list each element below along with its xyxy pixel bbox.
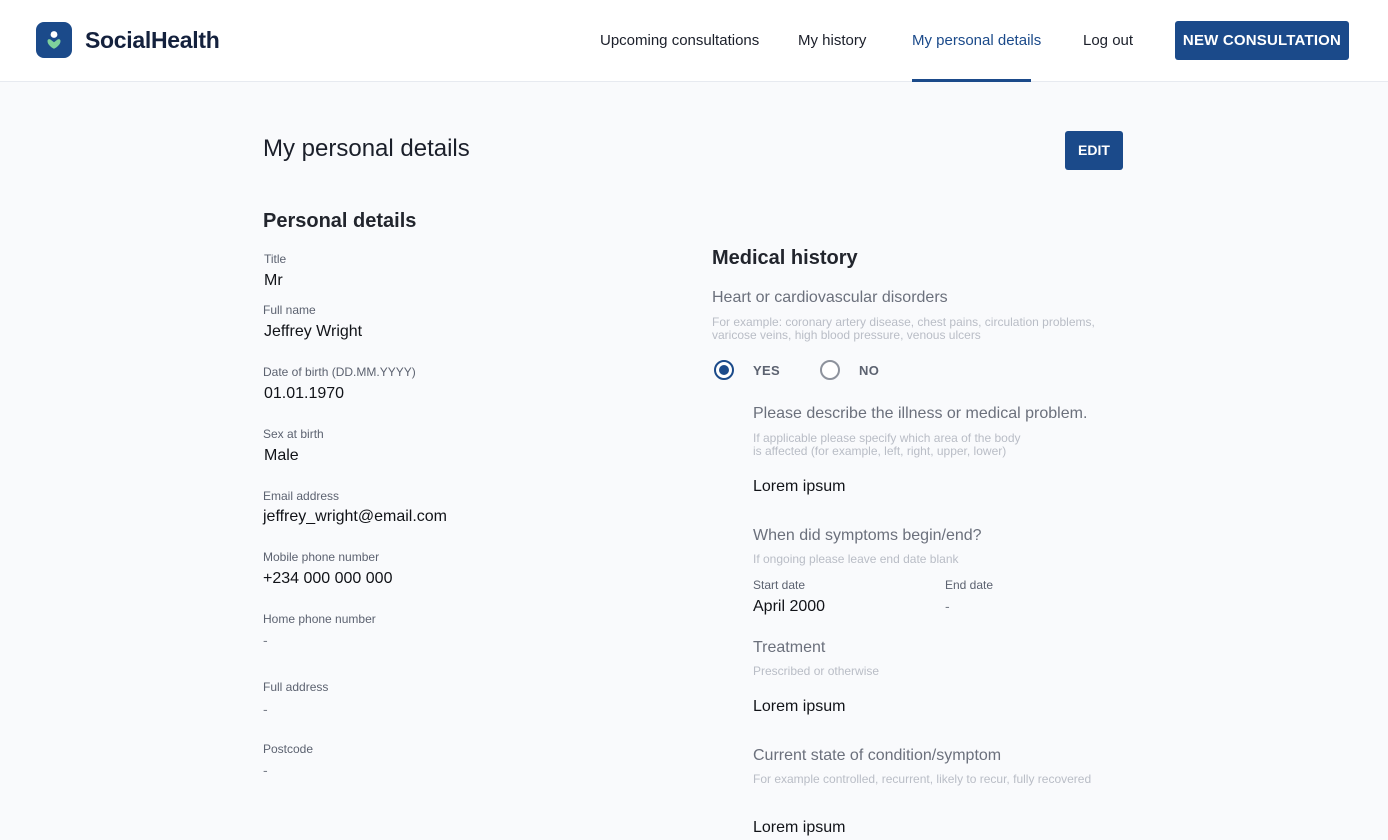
describe-illness-title: Please describe the illness or medical p… — [753, 405, 1088, 422]
date-of-birth-label: Date of birth (DD.MM.YYYY) — [263, 365, 416, 379]
describe-illness-value: Lorem ipsum — [753, 478, 846, 495]
end-date-label: End date — [945, 578, 994, 592]
nav-my-personal-details[interactable]: My personal details — [912, 32, 1041, 49]
title-label: Title — [264, 252, 287, 266]
postcode-value: - — [263, 762, 268, 778]
yes-radio-label[interactable]: YES — [753, 363, 780, 378]
yes-radio[interactable] — [714, 360, 734, 380]
heart-disorders-question: Heart or cardiovascular disorders — [712, 289, 948, 306]
edit-button[interactable]: EDIT — [1065, 131, 1123, 170]
start-date-value: April 2000 — [753, 598, 826, 615]
no-radio[interactable] — [820, 360, 840, 380]
nav-my-history[interactable]: My history — [798, 32, 866, 49]
heart-disorders-hint-line2: varicose veins, high blood pressure, ven… — [712, 328, 981, 342]
full-name-label: Full name — [263, 303, 316, 317]
nav-upcoming-consultations[interactable]: Upcoming consultations — [600, 32, 759, 49]
home-phone-label: Home phone number — [263, 612, 376, 626]
logo-icon[interactable] — [36, 22, 72, 58]
current-state-hint: For example controlled, recurrent, likel… — [753, 772, 1092, 786]
sex-at-birth-label: Sex at birth — [263, 427, 324, 441]
treatment-title: Treatment — [753, 639, 826, 656]
personal-details-heading: Personal details — [263, 210, 417, 232]
symptoms-period-hint: If ongoing please leave end date blank — [753, 552, 959, 566]
full-address-value: - — [263, 701, 268, 717]
nav-log-out[interactable]: Log out — [1083, 32, 1133, 49]
sex-at-birth-value: Male — [264, 447, 299, 464]
mobile-phone-value: +234 000 000 000 — [263, 570, 393, 587]
current-state-value: Lorem ipsum — [753, 819, 846, 836]
treatment-value: Lorem ipsum — [753, 698, 846, 715]
title-value: Mr — [264, 272, 283, 289]
new-consultation-button[interactable]: NEW CONSULTATION — [1175, 21, 1349, 60]
brand-name[interactable]: SocialHealth — [85, 27, 220, 54]
email-address-label: Email address — [263, 489, 340, 503]
describe-illness-hint-line2: is affected (for example, left, right, u… — [753, 444, 1007, 458]
start-date-label: Start date — [753, 578, 806, 592]
full-address-label: Full address — [263, 680, 329, 694]
medical-history-heading: Medical history — [712, 247, 858, 269]
email-address-value: jeffrey_wright@email.com — [263, 508, 448, 525]
treatment-hint: Prescribed or otherwise — [753, 664, 880, 678]
full-name-value: Jeffrey Wright — [264, 323, 363, 340]
no-radio-label[interactable]: NO — [859, 363, 879, 378]
symptoms-period-title: When did symptoms begin/end? — [753, 527, 982, 544]
date-of-birth-value: 01.01.1970 — [264, 385, 345, 402]
home-phone-value: - — [263, 632, 268, 648]
page-title: My personal details — [263, 135, 470, 162]
postcode-label: Postcode — [263, 742, 314, 756]
active-tab-indicator — [912, 79, 1031, 82]
current-state-title: Current state of condition/symptom — [753, 747, 1002, 764]
mobile-phone-label: Mobile phone number — [263, 550, 380, 564]
end-date-value: - — [945, 598, 950, 614]
top-navigation-bar: SocialHealth Upcoming consultations My h… — [0, 0, 1388, 82]
